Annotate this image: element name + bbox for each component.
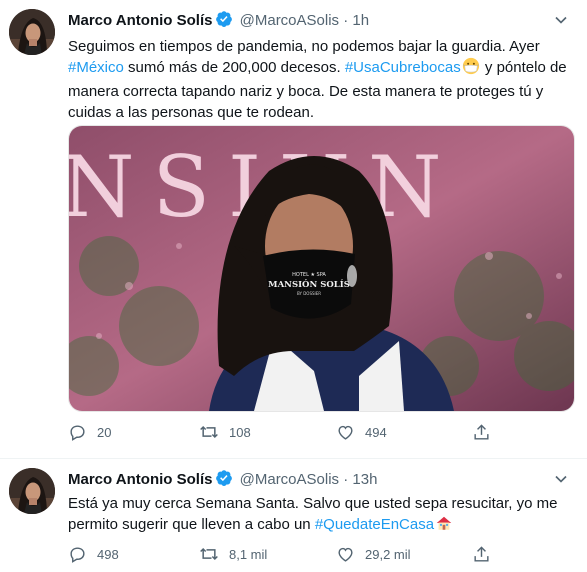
reply-icon	[70, 546, 85, 563]
verified-badge-icon	[215, 10, 233, 34]
reply-button[interactable]: 498	[68, 544, 119, 564]
tweet-text-line: Está ya muy cerca Semana Santa. Salvo qu…	[68, 495, 558, 512]
medical-mask-emoji-icon	[462, 57, 480, 81]
meta-separator: ·	[343, 471, 349, 488]
hashtag-link[interactable]: #UsaCubrebocas	[345, 59, 461, 76]
tweet-actions: 20 108 494	[68, 422, 573, 442]
like-count: 29,2 mil	[365, 546, 411, 562]
tweet-text-line: Seguimos en tiempos de pandemia, no pode…	[68, 38, 540, 55]
tweet-actions: 498 8,1 mil 29,2 mil	[68, 544, 573, 564]
tweet-header: Marco Antonio Solís @MarcoASolis · 1h	[68, 10, 369, 34]
share-icon	[474, 545, 489, 562]
verified-badge-icon	[215, 469, 233, 493]
like-button[interactable]: 29,2 mil	[336, 544, 411, 564]
author-handle[interactable]: @MarcoASolis	[240, 471, 339, 488]
tweet-text-line: cuidas a las personas que te rodean.	[68, 104, 314, 121]
share-button[interactable]	[472, 422, 491, 442]
tweet-text-fragment: sumó más de 200,000 decesos.	[123, 59, 345, 76]
retweet-count: 108	[229, 424, 251, 440]
author-name[interactable]: Marco Antonio Solís	[68, 12, 212, 29]
like-button[interactable]: 494	[336, 422, 387, 442]
retweet-count: 8,1 mil	[229, 546, 268, 562]
tweet-text-line: permito sugerir que lleven a cabo un #Qu…	[68, 514, 573, 538]
tweet-text-fragment: permito sugerir que lleven a cabo un	[68, 516, 315, 533]
retweet-icon	[200, 547, 218, 561]
mask-text-bottom: BY DOSSIER	[297, 291, 321, 296]
more-options-icon[interactable]	[551, 469, 571, 489]
tweet-text-line: manera correcta tapando nariz y boca. De…	[68, 83, 544, 100]
reply-button[interactable]: 20	[68, 422, 111, 442]
tweet-text-fragment: y póntelo de	[480, 59, 567, 76]
retweet-button[interactable]: 8,1 mil	[199, 544, 267, 564]
tweet-timestamp[interactable]: 13h	[352, 471, 377, 488]
author-handle[interactable]: @MarcoASolis	[240, 12, 339, 29]
house-emoji-icon	[435, 514, 453, 538]
avatar[interactable]	[9, 9, 55, 55]
tweet-photo[interactable]: NSIUN HOTEL ★ SPA MANSIÓN SOLÍS BY DOSSI…	[68, 125, 575, 412]
hashtag-link[interactable]: #México	[68, 59, 124, 76]
author-name[interactable]: Marco Antonio Solís	[68, 471, 212, 488]
more-options-icon[interactable]	[551, 10, 571, 30]
like-count: 494	[365, 424, 387, 440]
share-icon	[474, 423, 489, 440]
heart-icon	[338, 547, 353, 562]
meta-separator: ·	[343, 12, 349, 29]
tweet-text: Seguimos en tiempos de pandemia, no pode…	[68, 36, 573, 123]
tweet[interactable]: Marco Antonio Solís @MarcoASolis · 13h E…	[0, 459, 587, 572]
tweet-header: Marco Antonio Solís @MarcoASolis · 13h	[68, 469, 377, 493]
mask-text-top: HOTEL ★ SPA	[292, 272, 326, 278]
retweet-icon	[200, 425, 218, 439]
mask-text-main: MANSIÓN SOLÍS	[268, 278, 350, 290]
tweet[interactable]: Marco Antonio Solís @MarcoASolis · 1h Se…	[0, 0, 587, 459]
reply-count: 20	[97, 424, 112, 440]
avatar[interactable]	[9, 468, 55, 514]
tweet-text: Está ya muy cerca Semana Santa. Salvo qu…	[68, 493, 573, 538]
reply-count: 498	[97, 546, 119, 562]
reply-icon	[70, 424, 85, 441]
retweet-button[interactable]: 108	[199, 422, 251, 442]
hashtag-link[interactable]: #QuedateEnCasa	[315, 516, 434, 533]
share-button[interactable]	[472, 544, 491, 564]
tweet-text-line: #México sumó más de 200,000 decesos. #Us…	[68, 57, 573, 81]
tweet-timestamp[interactable]: 1h	[352, 12, 369, 29]
heart-icon	[338, 425, 353, 440]
